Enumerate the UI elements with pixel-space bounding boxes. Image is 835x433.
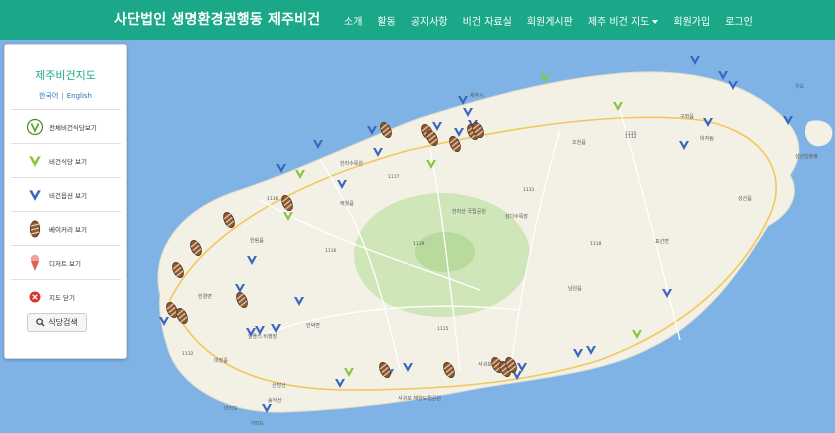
site-brand[interactable]: 사단법인 생명환경권행동 제주비건	[114, 0, 320, 40]
menu-close-map[interactable]: 지도 닫기	[11, 279, 121, 314]
map-label-daejeong: 대정읍	[214, 357, 228, 364]
road-label-1139: 1139	[413, 241, 425, 247]
lang-separator: |	[61, 92, 64, 100]
menu-vegan-options[interactable]: 비건옵션 보기	[11, 177, 121, 212]
map-label-gujwa: 구좌읍	[680, 113, 694, 120]
map-label-jocheon: 조천읍	[572, 139, 586, 146]
nav-activities[interactable]: 활동	[377, 13, 395, 28]
road-label-1135: 1135	[625, 131, 637, 137]
map-label-samdasu: 삼다수목장	[505, 213, 528, 220]
road-label-1117: 1117	[388, 174, 400, 180]
menu-vegan-restaurants-label: 비건식당 보기	[49, 158, 87, 166]
map-label-jeju-city: 제주시	[470, 92, 484, 99]
road-label-1136: 1136	[267, 196, 279, 202]
road-label-1132: 1132	[182, 351, 194, 357]
search-icon	[36, 318, 45, 327]
menu-bakery-label: 베이커리 보기	[49, 226, 87, 234]
road-label-1118: 1118	[590, 241, 602, 247]
map-label-hallasan: 한라산 국립공원	[452, 208, 486, 215]
nav-vegan-map-label: 제주 비건 지도	[587, 16, 650, 28]
lang-english-link[interactable]: English	[67, 92, 92, 100]
map-label-hangyeong: 한경면	[198, 293, 212, 300]
map-label-mara: 마라도	[224, 405, 238, 412]
nav-vegan-resources[interactable]: 비건 자료실	[463, 13, 512, 28]
hallasan-summit	[415, 232, 475, 272]
map-label-bijarim: 비자림	[700, 135, 714, 142]
close-icon	[25, 287, 45, 307]
map-label-marine-park: 서귀포 해양도립공원	[398, 395, 441, 402]
vegan-option-icon	[25, 185, 45, 205]
search-button-label: 식당검색	[48, 318, 78, 327]
road-label-1131: 1131	[523, 187, 535, 193]
map-label-arboretum: 한라수목원	[340, 160, 363, 167]
all-vegan-icon	[25, 117, 45, 137]
map-label-hallim: 한림읍	[250, 237, 264, 244]
map-label-seongsan-ilchulbong: 성산일출봉	[795, 153, 818, 160]
map-label-aewol: 애월읍	[340, 200, 354, 207]
menu-all-vegan[interactable]: 전체비건식당보기	[11, 109, 121, 144]
menu-dessert-label: 디저트 보기	[49, 260, 81, 268]
map-label-pyoseon: 표선면	[655, 238, 669, 245]
map-label-namwon: 남원읍	[568, 285, 582, 292]
nav-about[interactable]: 소개	[344, 13, 362, 28]
map-label-seongsan: 성산읍	[738, 195, 752, 202]
nav-notices[interactable]: 공지사항	[411, 13, 448, 28]
nav-login[interactable]: 로그인	[725, 13, 753, 28]
menu-dessert[interactable]: 디저트 보기	[11, 245, 121, 280]
menu-all-vegan-label: 전체비건식당보기	[49, 124, 97, 132]
vegan-restaurant-icon	[25, 151, 45, 171]
nav-vegan-map[interactable]: 제주 비건 지도	[588, 13, 659, 28]
menu-bakery[interactable]: 베이커리 보기	[11, 211, 121, 246]
map-label-udo: 우도	[795, 84, 805, 90]
menu-close-map-label: 지도 닫기	[49, 294, 75, 302]
bakery-bread-icon	[25, 219, 45, 239]
dessert-icecream-icon	[25, 253, 45, 273]
map-label-songaksan: 송악산	[268, 397, 282, 404]
caret-down-icon	[652, 19, 659, 24]
menu-vegan-restaurants[interactable]: 비건식당 보기	[11, 143, 121, 178]
map-label-sanbangsan: 산방산	[272, 382, 286, 389]
lang-korean-link[interactable]: 한국어	[39, 92, 58, 100]
road-label-1116: 1116	[325, 248, 337, 254]
vegan-map-panel: 제주비건지도 한국어 | English 전체비건식당보기 비건식당 보기 비건옵션…	[4, 44, 127, 359]
menu-vegan-options-label: 비건옵션 보기	[49, 192, 87, 200]
road-label-1115: 1115	[437, 326, 449, 332]
restaurant-search-button[interactable]: 식당검색	[27, 313, 87, 332]
main-nav: 소개 활동 공지사항 비건 자료실 회원게시판 제주 비건 지도 회원가입 로그…	[344, 0, 768, 40]
language-switch: 한국어 | English	[5, 91, 126, 101]
top-navbar: 사단법인 생명환경권행동 제주비건 소개 활동 공지사항 비건 자료실 회원게시…	[0, 0, 835, 40]
panel-title: 제주비건지도	[35, 69, 96, 82]
map-label-gapa: 가파도	[250, 420, 264, 427]
nav-member-board[interactable]: 회원게시판	[527, 13, 573, 28]
nav-signup[interactable]: 회원가입	[673, 13, 710, 28]
map-label-andeok: 안덕면	[306, 322, 320, 329]
